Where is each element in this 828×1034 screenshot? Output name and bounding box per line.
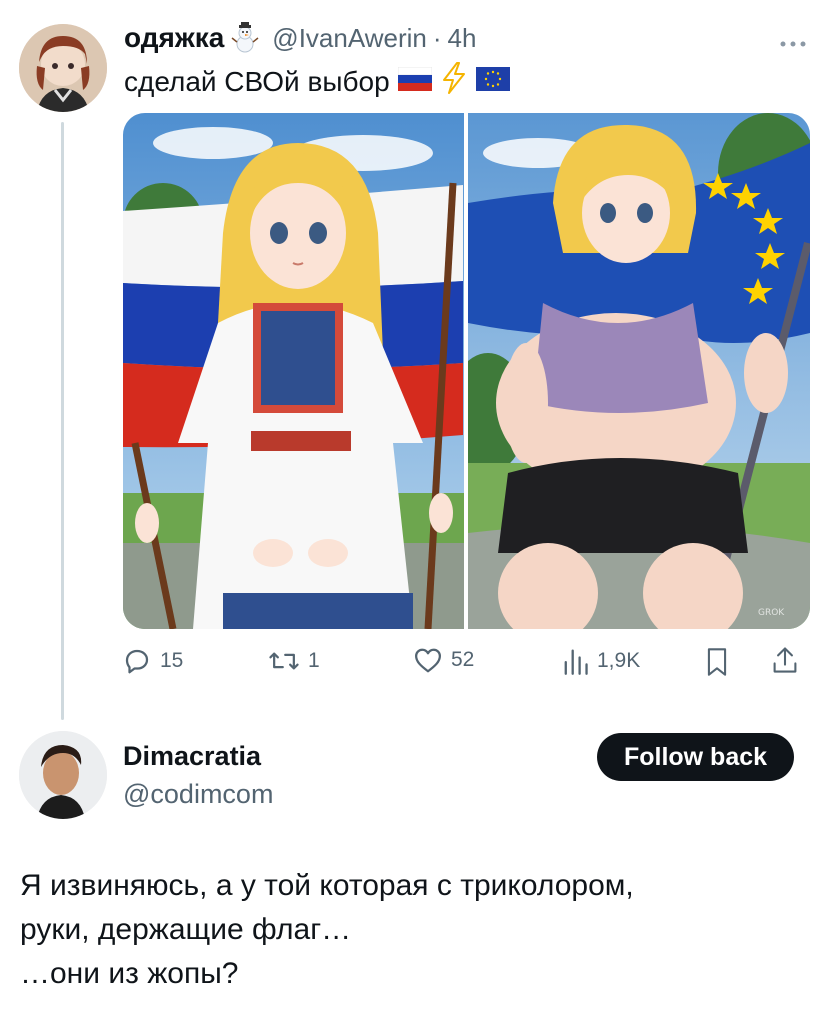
header-separator: · <box>432 22 442 53</box>
reply-line: руки, держащие флаг… <box>20 913 352 946</box>
share-icon[interactable] <box>771 645 799 680</box>
reply-user-name[interactable]: Dimacratia <box>123 741 261 772</box>
author-handle[interactable]: @IvanAwerin <box>272 23 427 54</box>
views-icon <box>561 646 589 676</box>
reply-user-avatar[interactable] <box>19 731 107 819</box>
thread-line <box>61 122 64 720</box>
like-count: 52 <box>451 648 475 671</box>
russia-flag-icon <box>397 65 432 99</box>
reply-text: Я извиняюсь, а у той которая с триколоро… <box>20 864 634 996</box>
follow-back-button[interactable]: Follow back <box>597 733 794 781</box>
author-name[interactable]: одяжка <box>124 22 224 54</box>
reply-line: Я извиняюсь, а у той которая с триколоро… <box>20 869 634 902</box>
like-action[interactable]: 52 <box>413 646 474 674</box>
media-image-right[interactable]: GROK <box>468 113 810 629</box>
snowman-icon <box>230 22 260 54</box>
views-action[interactable]: 1,9K <box>561 646 640 676</box>
tweet-text: сделай СВОй выбор <box>124 66 390 97</box>
tweet-header: одяжка @IvanAwerin · 4h <box>124 22 476 54</box>
media-watermark: GROK <box>758 608 785 618</box>
author-avatar[interactable] <box>19 24 107 112</box>
bookmark-icon[interactable] <box>705 647 729 682</box>
media-image-left[interactable] <box>123 113 464 629</box>
tweet-media[interactable]: GROK <box>123 113 810 629</box>
repost-count: 1 <box>308 649 320 672</box>
repost-icon <box>268 646 300 676</box>
repost-action[interactable]: 1 <box>268 646 320 676</box>
lightning-icon <box>440 62 468 102</box>
views-count: 1,9K <box>597 649 641 672</box>
reply-count: 15 <box>160 649 184 672</box>
tweet-text-row: сделай СВОй выбор <box>124 62 510 102</box>
reply-line: …они из жопы? <box>20 957 239 990</box>
reply-user-handle[interactable]: @codimcom <box>123 779 273 810</box>
reply-icon <box>122 646 152 676</box>
more-horizontal-icon[interactable] <box>778 36 808 47</box>
heart-icon <box>413 646 443 674</box>
reply-action[interactable]: 15 <box>122 646 183 676</box>
eu-flag-icon <box>475 65 510 99</box>
tweet-time[interactable]: 4h <box>448 23 477 54</box>
